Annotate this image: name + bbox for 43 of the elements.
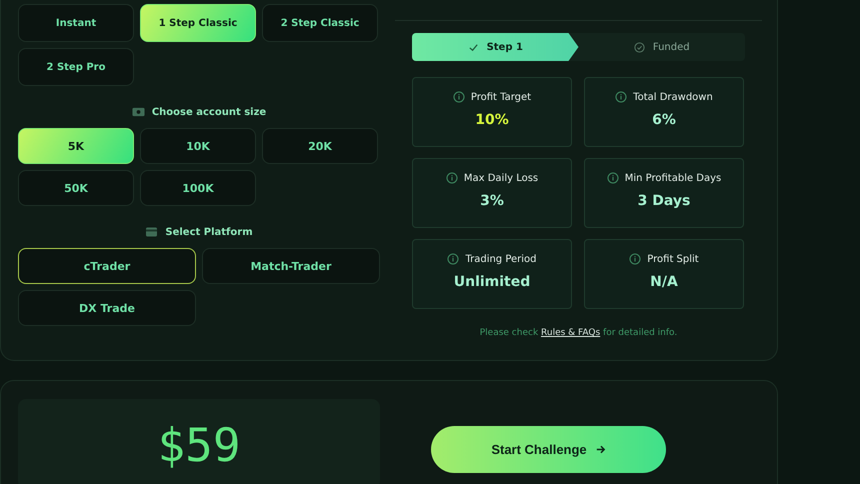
rule-label: Total Drawdown — [633, 92, 713, 102]
info-icon[interactable] — [615, 91, 628, 103]
account-size-option[interactable]: 10K — [140, 128, 256, 164]
step-tab[interactable]: Funded — [578, 33, 745, 61]
platform-option[interactable]: cTrader — [18, 248, 196, 284]
challenge-type-option[interactable]: Instant — [18, 4, 134, 42]
rule-label: Profit Target — [470, 92, 532, 102]
rule-value: N/A — [650, 274, 678, 290]
info-note: Please check Rules & FAQs for detailed info. — [478, 328, 678, 338]
account-size-option[interactable]: 100K — [140, 170, 256, 206]
rules-link[interactable]: Rules & FAQs — [541, 328, 600, 338]
cash-icon — [132, 107, 145, 117]
info-icon[interactable] — [447, 253, 460, 265]
rule-label: Trading Period — [465, 254, 537, 264]
price-value: $59 — [157, 422, 241, 474]
rule-value: 10% — [475, 112, 509, 128]
section-label: Select Platform — [165, 226, 253, 238]
rule-value: 6% — [652, 112, 676, 128]
platform-option[interactable]: DX Trade — [18, 290, 196, 326]
check-icon — [468, 42, 479, 52]
account-size-option[interactable]: 50K — [18, 170, 134, 206]
rule-label: Min Profitable Days — [624, 172, 722, 184]
challenge-type-option[interactable]: 2 Step Pro — [18, 48, 134, 86]
info-icon[interactable] — [606, 172, 619, 184]
rule-value: Unlimited — [454, 274, 530, 290]
info-icon[interactable] — [629, 253, 642, 265]
arrow-right-icon — [594, 444, 606, 455]
platform-option[interactable]: Match-Trader — [202, 248, 380, 284]
check-circle-icon — [634, 42, 645, 52]
challenge-type-option[interactable]: 1 Step Classic — [140, 4, 256, 42]
rule-value: 3% — [480, 193, 504, 209]
info-icon[interactable] — [452, 91, 465, 103]
start-challenge-button[interactable]: Start Challenge — [431, 426, 666, 473]
info-icon[interactable] — [446, 172, 458, 184]
section-label: Choose account size — [152, 106, 266, 118]
step-tab[interactable]: Step 1 — [412, 33, 578, 61]
rule-label: Profit Split — [647, 254, 699, 264]
account-size-option[interactable]: 20K — [262, 128, 378, 164]
account-size-option[interactable]: 5K — [18, 128, 134, 164]
challenge-type-option[interactable]: 2 Step Classic — [262, 4, 378, 42]
rule-label: Max Daily Loss — [464, 172, 538, 184]
card-icon — [145, 227, 158, 237]
rule-value: 3 Days — [638, 193, 690, 209]
